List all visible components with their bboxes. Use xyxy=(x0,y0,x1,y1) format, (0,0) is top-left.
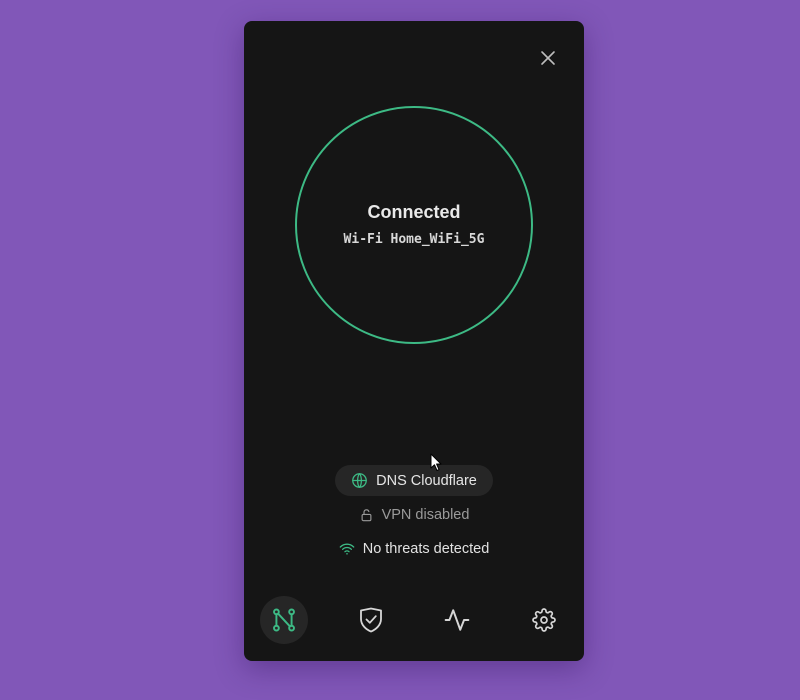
nav-item-network[interactable] xyxy=(260,596,308,644)
nav-item-settings[interactable] xyxy=(520,596,568,644)
connection-status-ring[interactable] xyxy=(295,106,533,344)
nav-item-activity[interactable] xyxy=(433,596,481,644)
dns-provider-pill[interactable]: DNS Cloudflare xyxy=(335,465,493,496)
connection-network-name: Wi-Fi Home_WiFi_5G xyxy=(343,232,485,247)
vpn-status-row[interactable]: VPN disabled xyxy=(244,505,584,525)
nav-item-protection[interactable] xyxy=(347,596,395,644)
network-status-panel: Connected Wi-Fi Home_WiFi_5G DNS Cloudfl… xyxy=(244,21,584,661)
vpn-status-label: VPN disabled xyxy=(381,507,470,523)
wifi-icon xyxy=(339,542,355,556)
threat-status-label: No threats detected xyxy=(362,541,490,557)
unlock-icon xyxy=(359,507,374,523)
globe-icon xyxy=(351,472,368,489)
connection-status-title: Connected xyxy=(367,202,461,222)
activity-icon xyxy=(444,607,470,633)
close-icon xyxy=(540,50,556,66)
dns-provider-label: DNS Cloudflare xyxy=(376,472,477,489)
close-button[interactable] xyxy=(536,46,560,70)
network-nodes-icon xyxy=(271,607,297,633)
gear-icon xyxy=(532,608,556,632)
bottom-navigation xyxy=(244,596,584,646)
shield-check-icon xyxy=(359,607,383,633)
threat-status-row: No threats detected xyxy=(244,539,584,559)
